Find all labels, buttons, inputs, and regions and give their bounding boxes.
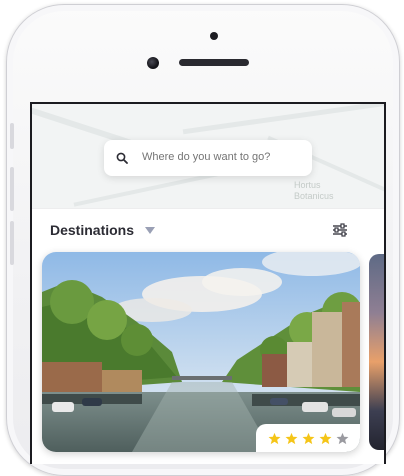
star-icon xyxy=(268,432,281,444)
section-title: Destinations xyxy=(50,222,135,238)
destination-photo xyxy=(42,252,360,452)
phone-side-button xyxy=(10,221,14,265)
phone-side-button xyxy=(10,123,14,149)
search-input[interactable] xyxy=(142,151,302,163)
proximity-sensor xyxy=(210,32,218,40)
rating-badge xyxy=(256,424,360,452)
map-view[interactable]: Hortus Botanicus xyxy=(32,104,384,208)
front-camera xyxy=(147,57,159,69)
next-destination-card[interactable] xyxy=(369,254,384,450)
chevron-down-icon[interactable] xyxy=(145,227,155,234)
earpiece-speaker xyxy=(179,59,249,66)
app-screen: Hortus Botanicus Destinations xyxy=(30,102,386,464)
section-divider xyxy=(32,208,384,209)
filter-sliders-icon[interactable] xyxy=(332,223,348,237)
map-road xyxy=(182,104,384,135)
search-bar[interactable] xyxy=(104,140,312,176)
phone-side-button xyxy=(10,167,14,211)
map-place-label: Hortus Botanicus xyxy=(294,180,334,201)
star-icon xyxy=(302,432,315,444)
search-icon xyxy=(116,152,128,164)
destination-card[interactable] xyxy=(42,252,360,452)
star-icon xyxy=(336,432,349,444)
star-icon xyxy=(285,432,298,444)
star-icon xyxy=(319,432,332,444)
